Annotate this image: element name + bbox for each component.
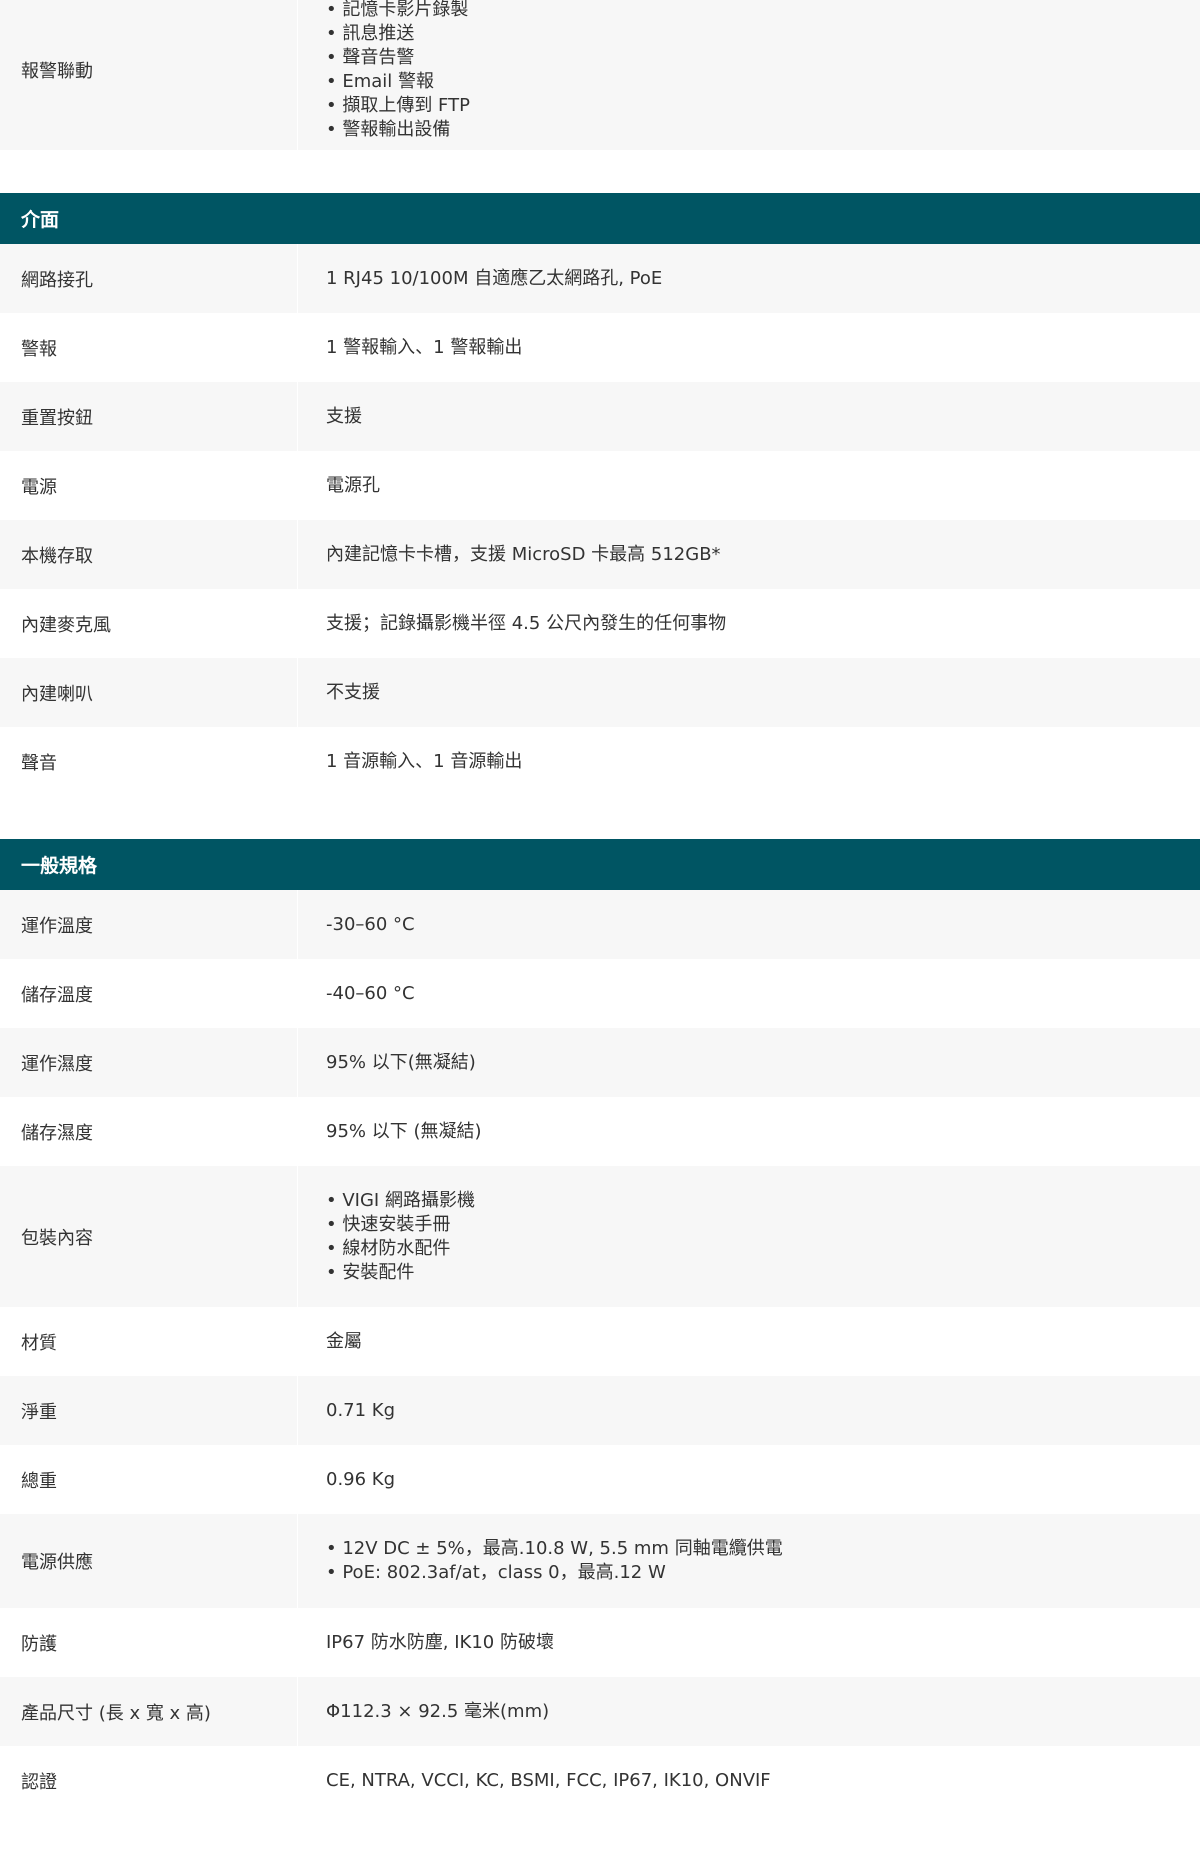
spec-label: 總重 <box>21 1470 57 1492</box>
spec-value-text: 內建記憶卡卡槽，支援 MicroSD 卡最高 512GB* <box>326 543 721 565</box>
spec-row: 網路接孔 1 RJ45 10/100M 自適應乙太網路孔, PoE <box>0 244 1200 313</box>
spec-value-text: 支援；記錄攝影機半徑 4.5 公尺內發生的任何事物 <box>326 612 727 634</box>
spec-table: 報警聯動 • 記憶卡影片錄製 • 訊息推送 • 聲音告警 • Email 警報 … <box>0 0 1200 1815</box>
spec-label: 報警聯動 <box>21 60 93 82</box>
section-header-interface: 介面 <box>0 193 1200 244</box>
spec-value: 95% 以下(無凝結) <box>297 1028 1200 1097</box>
spec-value-text: 金屬 <box>326 1330 362 1352</box>
spec-value: IP67 防水防塵, IK10 防破壞 <box>297 1608 1200 1677</box>
section-header-general: 一般規格 <box>0 839 1200 890</box>
spec-label: 包裝內容 <box>21 1227 93 1249</box>
section-gap <box>0 150 1200 193</box>
spec-value-list: • 12V DC ± 5%，最高.10.8 W, 5.5 mm 同軸電纜供電 •… <box>297 1514 1200 1608</box>
list-item: • 擷取上傳到 FTP <box>326 94 470 116</box>
spec-label: 運作濕度 <box>21 1053 93 1075</box>
spec-value-text: 0.96 Kg <box>326 1468 396 1490</box>
spec-value-text: 不支援 <box>326 681 380 703</box>
spec-row: 材質 金屬 <box>0 1307 1200 1376</box>
spec-value-text: IP67 防水防塵, IK10 防破壞 <box>326 1631 554 1653</box>
spec-label: 淨重 <box>21 1401 57 1423</box>
spec-value-text: CE, NTRA, VCCI, KC, BSMI, FCC, IP67, IK1… <box>326 1769 771 1791</box>
list-item: • 警報輸出設備 <box>326 118 451 140</box>
spec-value: Φ112.3 × 92.5 毫米(mm) <box>297 1677 1200 1746</box>
list-item: • 快速安裝手冊 <box>326 1213 451 1235</box>
spec-label: 產品尺寸 (長 x 寬 x 高) <box>21 1702 211 1724</box>
spec-label: 網路接孔 <box>21 269 93 291</box>
spec-row: 認證 CE, NTRA, VCCI, KC, BSMI, FCC, IP67, … <box>0 1746 1200 1815</box>
spec-value-list: • 記憶卡影片錄製 • 訊息推送 • 聲音告警 • Email 警報 • 擷取上… <box>297 0 1200 150</box>
spec-value: CE, NTRA, VCCI, KC, BSMI, FCC, IP67, IK1… <box>297 1746 1200 1815</box>
spec-value: 0.96 Kg <box>297 1445 1200 1514</box>
spec-value-text: 1 RJ45 10/100M 自適應乙太網路孔, PoE <box>326 267 663 289</box>
spec-row: 儲存溫度 -40–60 °C <box>0 959 1200 1028</box>
spec-row: 淨重 0.71 Kg <box>0 1376 1200 1445</box>
spec-value-text: 1 警報輸入、1 警報輸出 <box>326 336 523 358</box>
spec-value: -30–60 °C <box>297 890 1200 959</box>
spec-value-list: • VIGI 網路攝影機 • 快速安裝手冊 • 線材防水配件 • 安裝配件 <box>297 1166 1200 1307</box>
spec-value-text: -30–60 °C <box>326 913 415 935</box>
spec-row: 本機存取 內建記憶卡卡槽，支援 MicroSD 卡最高 512GB* <box>0 520 1200 589</box>
spec-value: 支援；記錄攝影機半徑 4.5 公尺內發生的任何事物 <box>297 589 1200 658</box>
spec-row-package: 包裝內容 • VIGI 網路攝影機 • 快速安裝手冊 • 線材防水配件 • 安裝… <box>0 1166 1200 1307</box>
spec-value: 1 警報輸入、1 警報輸出 <box>297 313 1200 382</box>
spec-row: 內建喇叭 不支援 <box>0 658 1200 727</box>
spec-label: 警報 <box>21 338 57 360</box>
spec-label: 聲音 <box>21 752 57 774</box>
list-item: • PoE: 802.3af/at，class 0，最高.12 W <box>326 1562 666 1583</box>
spec-row-alarm-linkage: 報警聯動 • 記憶卡影片錄製 • 訊息推送 • 聲音告警 • Email 警報 … <box>0 0 1200 150</box>
spec-row: 產品尺寸 (長 x 寬 x 高) Φ112.3 × 92.5 毫米(mm) <box>0 1677 1200 1746</box>
spec-value: 1 RJ45 10/100M 自適應乙太網路孔, PoE <box>297 244 1200 313</box>
spec-label: 內建喇叭 <box>21 683 93 705</box>
spec-value-text: 電源孔 <box>326 474 380 496</box>
spec-value: 電源孔 <box>297 451 1200 520</box>
spec-label: 儲存溫度 <box>21 984 93 1006</box>
spec-value: 0.71 Kg <box>297 1376 1200 1445</box>
list-item: • Email 警報 <box>326 70 434 92</box>
spec-label: 儲存濕度 <box>21 1122 93 1144</box>
list-item: • 訊息推送 <box>326 22 415 44</box>
spec-value-text: 0.71 Kg <box>326 1399 396 1421</box>
spec-label: 防護 <box>21 1633 57 1655</box>
spec-value: 1 音源輸入、1 音源輸出 <box>297 727 1200 796</box>
spec-value-text: 95% 以下(無凝結) <box>326 1051 476 1073</box>
spec-value: 金屬 <box>297 1307 1200 1376</box>
list-item: • 安裝配件 <box>326 1261 415 1283</box>
spec-value-text: Φ112.3 × 92.5 毫米(mm) <box>326 1700 550 1722</box>
spec-label: 本機存取 <box>21 545 93 567</box>
spec-value-text: 1 音源輸入、1 音源輸出 <box>326 750 523 772</box>
spec-row: 內建麥克風 支援；記錄攝影機半徑 4.5 公尺內發生的任何事物 <box>0 589 1200 658</box>
section-gap <box>0 796 1200 839</box>
spec-value-text: 支援 <box>326 405 362 427</box>
spec-value: 95% 以下 (無凝結) <box>297 1097 1200 1166</box>
spec-row-power-supply: 電源供應 • 12V DC ± 5%，最高.10.8 W, 5.5 mm 同軸電… <box>0 1514 1200 1608</box>
spec-value: -40–60 °C <box>297 959 1200 1028</box>
list-item: • 線材防水配件 <box>326 1237 451 1259</box>
list-item: • 記憶卡影片錄製 <box>326 0 469 20</box>
spec-label: 重置按鈕 <box>21 407 93 429</box>
spec-row: 聲音 1 音源輸入、1 音源輸出 <box>0 727 1200 796</box>
spec-row: 儲存濕度 95% 以下 (無凝結) <box>0 1097 1200 1166</box>
spec-row: 防護 IP67 防水防塵, IK10 防破壞 <box>0 1608 1200 1677</box>
spec-label: 電源 <box>21 476 57 498</box>
spec-label: 運作溫度 <box>21 915 93 937</box>
spec-label: 電源供應 <box>21 1552 93 1573</box>
spec-value-text: -40–60 °C <box>326 982 415 1004</box>
list-item: • 聲音告警 <box>326 46 415 68</box>
spec-value: 不支援 <box>297 658 1200 727</box>
spec-row: 電源 電源孔 <box>0 451 1200 520</box>
spec-row: 警報 1 警報輸入、1 警報輸出 <box>0 313 1200 382</box>
spec-row: 運作濕度 95% 以下(無凝結) <box>0 1028 1200 1097</box>
spec-value: 內建記憶卡卡槽，支援 MicroSD 卡最高 512GB* <box>297 520 1200 589</box>
spec-label: 認證 <box>21 1771 57 1793</box>
spec-row: 總重 0.96 Kg <box>0 1445 1200 1514</box>
spec-value-text: 95% 以下 (無凝結) <box>326 1120 482 1142</box>
spec-label: 內建麥克風 <box>21 614 111 636</box>
spec-row: 重置按鈕 支援 <box>0 382 1200 451</box>
spec-label: 材質 <box>21 1332 57 1354</box>
spec-value: 支援 <box>297 382 1200 451</box>
list-item: • VIGI 網路攝影機 <box>326 1189 475 1211</box>
list-item: • 12V DC ± 5%，最高.10.8 W, 5.5 mm 同軸電纜供電 <box>326 1538 783 1559</box>
spec-row: 運作溫度 -30–60 °C <box>0 890 1200 959</box>
